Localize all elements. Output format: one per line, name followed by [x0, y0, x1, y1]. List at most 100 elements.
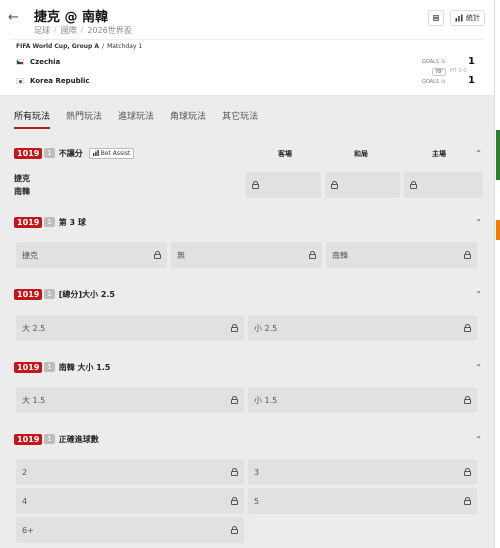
market-title: 第 3 球	[58, 217, 86, 227]
column-header-draw: 和局	[354, 150, 368, 158]
breadcrumb-separator: /	[54, 25, 57, 34]
breadcrumb-separator: /	[80, 25, 84, 34]
breadcrumb-league[interactable]: 2026世界盃	[87, 25, 131, 36]
market-count-badge: 1	[44, 217, 55, 227]
breadcrumb: 足球 / 國際 / 2026世界盃	[34, 25, 132, 36]
breadcrumb-sport[interactable]: 足球	[34, 25, 50, 36]
market-title: 南韓 大小 1.5	[58, 362, 111, 372]
odds-cell-locked[interactable]	[325, 172, 400, 198]
back-arrow-icon[interactable]: ←	[8, 10, 19, 25]
market-team-away: 南韓	[14, 187, 30, 196]
chevron-up-icon[interactable]: ⌃	[475, 218, 482, 227]
odds-label: 大 2.5	[22, 323, 46, 333]
market-header-third-goal[interactable]: 1019 1 第 3 球 ⌃	[14, 213, 482, 231]
match-header-card: ← 捷克 @ 南韓 足球 / 國際 / 2026世界盃 統計 FIFA Worl…	[0, 0, 494, 96]
market-header-total-2-5[interactable]: 1019 1 [總分]大小 2.5 ⌃	[14, 285, 482, 303]
odds-cell-locked[interactable]: 大 2.5	[16, 315, 244, 341]
odds-cell-locked[interactable]: 6+	[16, 517, 244, 543]
market-count-badge: 1	[44, 289, 55, 299]
odds-cell-locked[interactable]: 捷克	[16, 242, 167, 268]
away-goals-label: GOALS ⊙	[422, 79, 445, 85]
stats-button[interactable]: 統計	[450, 10, 485, 26]
chevron-up-icon[interactable]: ⌃	[475, 435, 482, 444]
lock-icon	[464, 396, 471, 404]
bar-chart-icon	[455, 14, 463, 22]
tab-all-markets[interactable]: 所有玩法	[14, 109, 51, 129]
chevron-up-icon[interactable]: ⌃	[475, 363, 482, 372]
lock-icon	[331, 181, 338, 189]
market-header-moneyline[interactable]: 1019 1 不讓分 Bet Assist ⌃	[14, 144, 482, 162]
market-count-badge: 1	[44, 148, 55, 158]
bar-chart-icon	[92, 150, 99, 156]
side-panel-edge	[494, 0, 500, 548]
korea-flag-icon	[16, 78, 24, 84]
odds-cell-locked[interactable]	[404, 172, 483, 198]
half-time-score: HT 0-0	[450, 68, 467, 74]
chevron-up-icon[interactable]: ⌃	[475, 290, 482, 299]
odds-label: 6+	[22, 525, 34, 535]
competition-line: FIFA World Cup, Group A / Matchday 1	[16, 43, 142, 50]
odds-cell-locked[interactable]: 4	[16, 488, 244, 514]
odds-cell-locked[interactable]: 無	[171, 242, 322, 268]
lock-icon	[231, 324, 238, 332]
lock-icon	[231, 526, 238, 534]
scoreboard-button[interactable]	[428, 10, 444, 26]
lock-icon	[231, 497, 238, 505]
home-team-name: Czechia	[30, 58, 61, 66]
market-count-badge: 1	[44, 362, 55, 372]
side-panel-accent	[496, 220, 500, 240]
tab-other[interactable]: 其它玩法	[222, 109, 258, 129]
odds-label: 2	[22, 467, 28, 477]
divider	[10, 39, 484, 40]
tab-popular[interactable]: 熱門玩法	[66, 109, 102, 129]
market-code-badge: 1019	[14, 288, 43, 300]
chevron-up-icon[interactable]: ⌃	[475, 149, 482, 158]
tab-corners[interactable]: 角球玩法	[170, 109, 206, 129]
odds-label: 南韓	[332, 250, 348, 260]
odds-cell-locked[interactable]: 3	[248, 459, 477, 485]
bet-assist-button[interactable]: Bet Assist	[88, 147, 135, 159]
odds-label: 5	[254, 496, 260, 506]
home-team: Czechia	[16, 58, 60, 66]
market-code-badge: 1019	[14, 147, 43, 159]
odds-cell-locked[interactable]: 小 2.5	[248, 315, 477, 341]
odds-label: 4	[22, 496, 28, 506]
odds-cell-locked[interactable]: 南韓	[326, 242, 477, 268]
lock-icon	[464, 497, 471, 505]
lock-icon	[252, 181, 259, 189]
lock-icon	[464, 251, 471, 259]
column-header-away: 客場	[278, 150, 292, 158]
home-goals-label: GOALS ⊙	[422, 59, 445, 65]
info-icon: ⊙	[441, 59, 446, 65]
odds-cell-locked[interactable]: 大 1.5	[16, 387, 244, 413]
odds-cell-locked[interactable]: 小 1.5	[248, 387, 477, 413]
odds-cell-locked[interactable]	[246, 172, 321, 198]
odds-cell-locked[interactable]: 2	[16, 459, 244, 485]
odds-label: 大 1.5	[22, 395, 46, 405]
odds-label: 無	[177, 250, 185, 260]
breadcrumb-region[interactable]: 國際	[61, 25, 77, 36]
czech-flag-icon	[16, 59, 24, 65]
market-count-badge: 1	[44, 434, 55, 444]
market-code-badge: 1019	[14, 216, 43, 228]
competition-separator: /	[102, 43, 105, 50]
match-minute-badge: 78'	[432, 68, 446, 76]
page-title: 捷克 @ 南韓	[34, 10, 109, 25]
column-header-home: 主場	[432, 150, 446, 158]
lock-icon	[309, 251, 316, 259]
market-teams: 捷克 南韓	[14, 172, 30, 198]
market-header-exact-goals[interactable]: 1019 1 正確進球數 ⌃	[14, 430, 482, 448]
goals-label: GOALS	[422, 59, 440, 65]
competition-name: FIFA World Cup, Group A	[16, 43, 100, 50]
odds-cell-locked[interactable]: 5	[248, 488, 477, 514]
market-header-korea-total-1-5[interactable]: 1019 1 南韓 大小 1.5 ⌃	[14, 358, 482, 376]
tab-goals[interactable]: 進球玩法	[118, 109, 154, 129]
away-team: Korea Republic	[16, 77, 90, 85]
lock-icon	[231, 468, 238, 476]
lock-icon	[410, 181, 417, 189]
market-title: 不讓分	[58, 148, 83, 158]
lock-icon	[464, 468, 471, 476]
odds-label: 小 1.5	[254, 395, 278, 405]
market-team-home: 捷克	[14, 174, 30, 183]
market-code-badge: 1019	[14, 361, 43, 373]
